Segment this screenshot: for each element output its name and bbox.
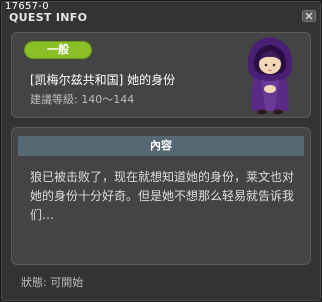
quest-name: [凯梅尔兹共和国] 她的身份 [30,73,176,87]
close-icon[interactable] [302,7,316,22]
npc-portrait-icon [240,31,300,117]
window-title: QUEST INFO [9,11,88,24]
quest-recommended-level: 建議等級: 140～144 [30,93,135,106]
quest-status: 狀態: 可開始 [21,276,84,289]
content-body: 狼已被击败了，现在就想知道她的身份，莱文也对她的身份十分好奇。但是她不想那么轻易… [30,170,295,222]
quest-info-window: 17657-0 QUEST INFO 一般 [凯梅尔兹共和国] 她的身份 建議等… [0,0,322,302]
content-header: 內容 [18,136,304,156]
quest-content-panel: 內容 狼已被击败了，现在就想知道她的身份，莱文也对她的身份十分好奇。但是她不想那… [11,127,311,265]
quest-category-badge: 一般 [24,41,92,59]
quest-summary-panel: 一般 [凯梅尔兹共和国] 她的身份 建議等級: 140～144 [11,32,311,118]
